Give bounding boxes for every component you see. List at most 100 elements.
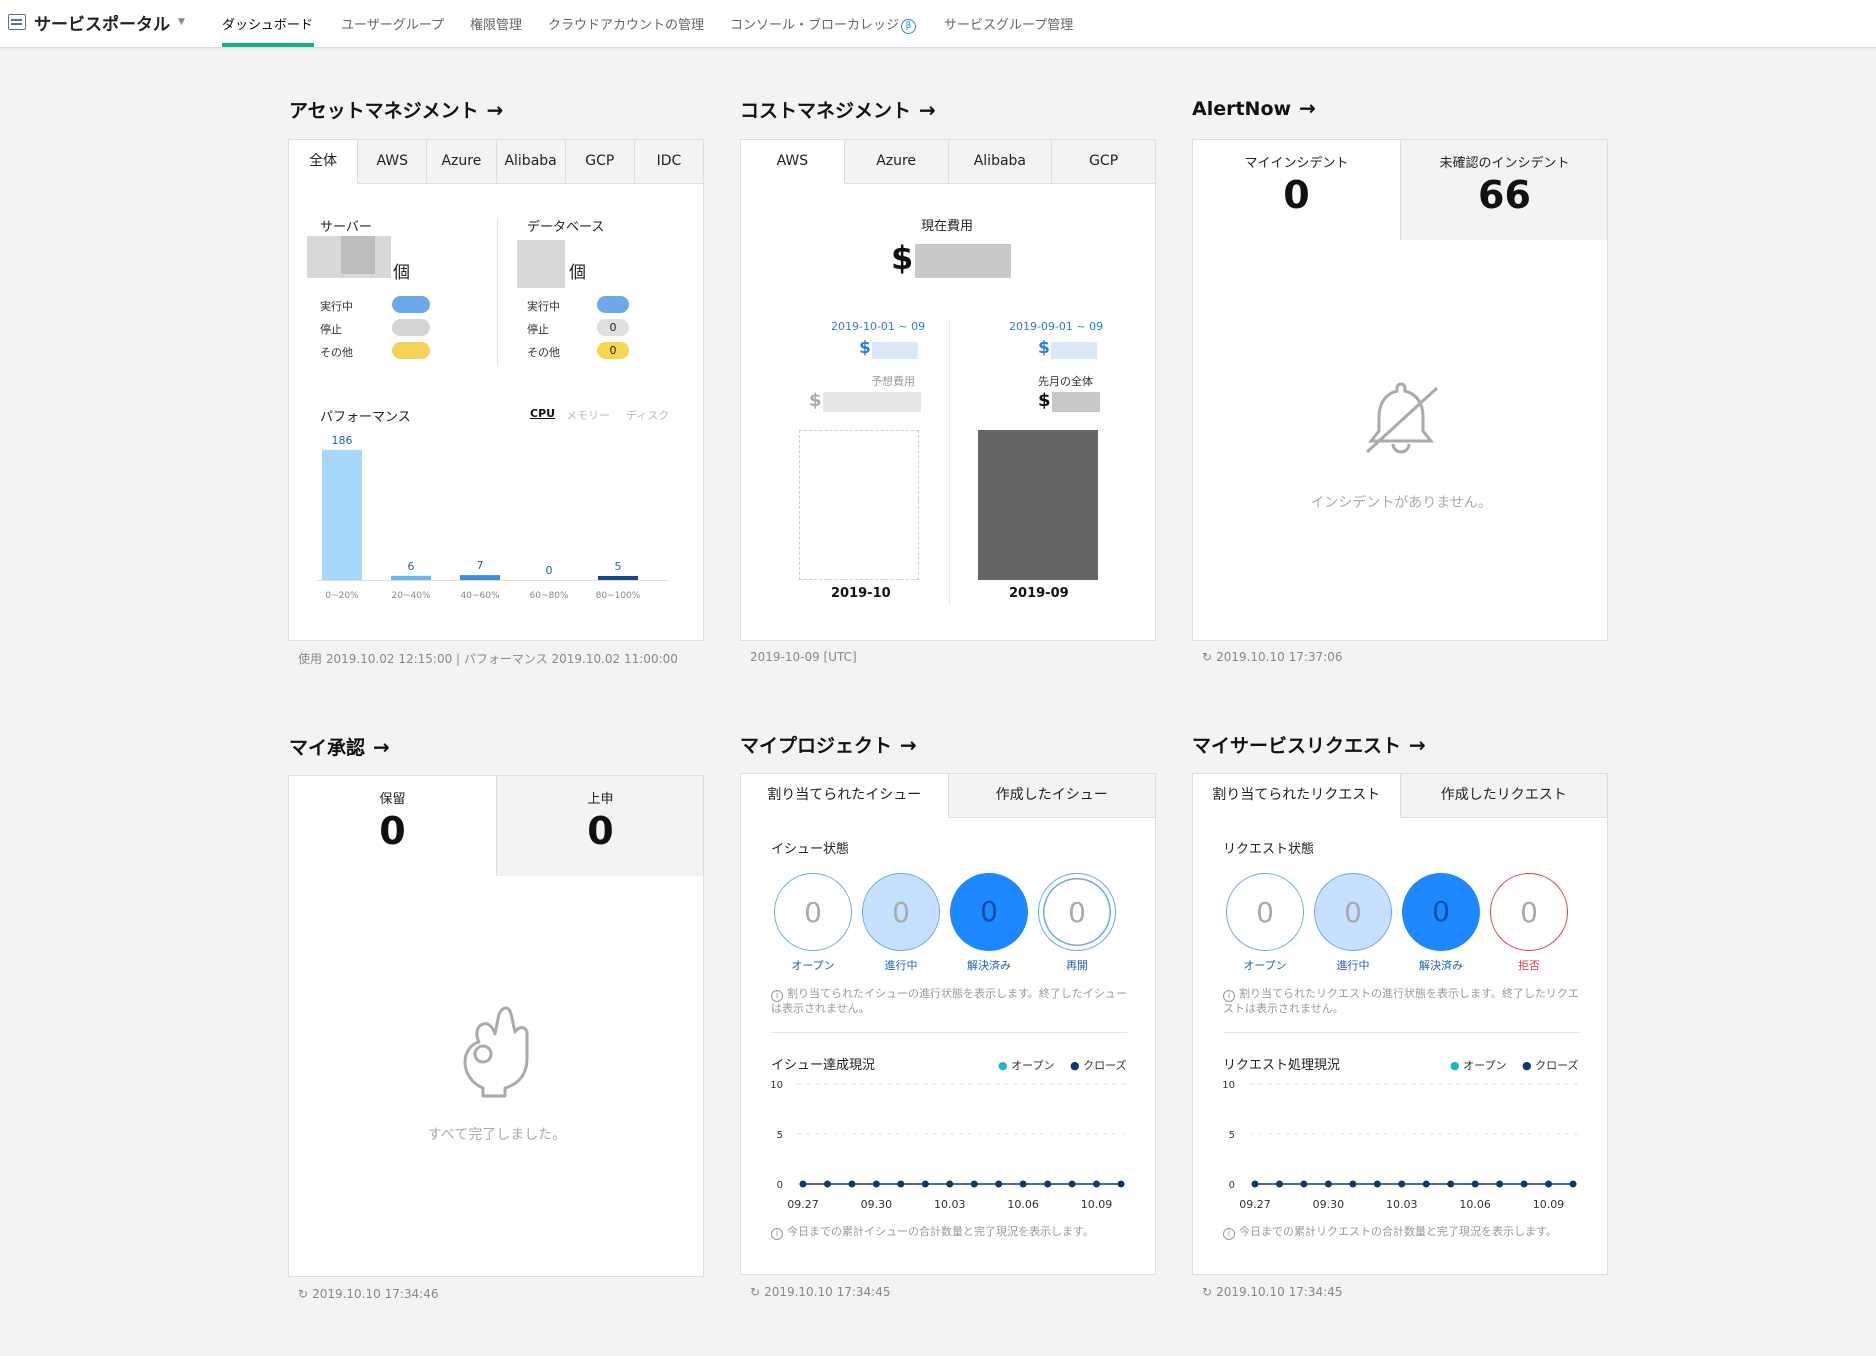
approval-footer: ↻ 2019.10.10 17:34:46 xyxy=(298,1287,438,1301)
request-tab-created[interactable]: 作成したリクエスト xyxy=(1401,774,1608,817)
approval-title-text: マイ承認 xyxy=(289,737,366,759)
alertnow-footer: ↻ 2019.10.10 17:37:06 xyxy=(1202,650,1342,664)
refresh-icon[interactable]: ↻ xyxy=(298,1287,308,1301)
close-series-point xyxy=(1324,1180,1332,1188)
x-tick-label: 09.27 xyxy=(787,1198,819,1211)
tab-cloud-account[interactable]: クラウドアカウントの管理 xyxy=(548,14,704,33)
issue-in-progress-label: 進行中 xyxy=(884,959,918,972)
performance-bar-chart: 186 0~20% 6 20~40% 7 40~60% 0 60~80% 5 80~100% xyxy=(317,434,669,601)
asset-tab-aws[interactable]: AWS xyxy=(358,140,428,183)
perf-bar-value: 186 xyxy=(332,434,353,447)
cost-section-title[interactable]: コストマネジメント → xyxy=(740,96,936,123)
tab-permission[interactable]: 権限管理 xyxy=(470,14,522,33)
tab-console-brokerage[interactable]: コンソール・ブローカレッジ β xyxy=(730,14,917,34)
info-icon: i xyxy=(771,1228,783,1240)
asset-card: 全体 AWS Azure Alibaba GCP IDC サーバー 個 実行中 … xyxy=(288,139,704,641)
forecast-currency: $ xyxy=(809,390,822,411)
no-incident-message: インシデントがありません。 xyxy=(1310,495,1492,511)
request-title-text: マイサービスリクエスト xyxy=(1192,735,1402,757)
server-label: サーバー xyxy=(320,220,372,235)
tab-user-group[interactable]: ユーザーグループ xyxy=(341,14,444,33)
perf-tick-label: 20~40% xyxy=(392,591,431,601)
request-status-note: i 割り当てられたリクエストの進行状態を表示します。終了したリクエストは表示されま… xyxy=(1223,987,1583,1015)
legend-close-dot-icon: ● xyxy=(1070,1059,1080,1072)
server-running-label: 実行中 xyxy=(320,300,353,313)
alertnow-section-title[interactable]: AlertNow → xyxy=(1192,96,1316,120)
perf-tab-memory[interactable]: メモリー xyxy=(566,407,610,423)
request-bottom-note-text: 今日までの累計リクエストの合計数量と完了現況を表示します。 xyxy=(1239,1225,1557,1238)
refresh-icon[interactable]: ↻ xyxy=(1202,1285,1212,1299)
close-series-point xyxy=(970,1180,978,1188)
issue-trend-chart: 10 5 0 09.27 09.30 10.03 10.06 10.09 xyxy=(770,1080,1127,1211)
database-label: データベース xyxy=(527,220,605,235)
close-series-point xyxy=(1496,1180,1504,1188)
cost-tab-azure[interactable]: Azure xyxy=(845,140,949,183)
perf-bar xyxy=(598,576,638,580)
perf-tab-cpu[interactable]: CPU xyxy=(530,407,555,420)
issue-in-progress-circle[interactable]: 0 xyxy=(862,873,940,951)
project-tab-created[interactable]: 作成したイシュー xyxy=(949,774,1156,817)
top-navigation-bar: サービスポータル ▼ ダッシュボード ユーザーグループ 権限管理 クラウドアカウ… xyxy=(0,0,1876,48)
issue-open-circle[interactable]: 0 xyxy=(774,873,852,951)
perf-tick-label: 60~80% xyxy=(530,591,569,601)
request-tabs: 割り当てられたリクエスト 作成したリクエスト xyxy=(1193,774,1607,818)
project-section-title[interactable]: マイプロジェクト → xyxy=(740,731,917,758)
asset-tab-gcp[interactable]: GCP xyxy=(566,140,635,183)
request-status-note-text: 割り当てられたリクエストの進行状態を表示します。終了したリクエストは表示されませ… xyxy=(1223,987,1579,1015)
left-month-label: 2019-10 xyxy=(831,586,891,601)
cost-tab-gcp[interactable]: GCP xyxy=(1052,140,1155,183)
performance-label: パフォーマンス xyxy=(320,410,411,425)
y-tick-label: 0 xyxy=(1229,1180,1235,1191)
project-tab-assigned[interactable]: 割り当てられたイシュー xyxy=(741,774,949,818)
cost-tab-aws[interactable]: AWS xyxy=(741,140,845,184)
asset-tab-azure[interactable]: Azure xyxy=(427,140,497,183)
portal-switcher[interactable]: サービスポータル ▼ xyxy=(8,10,185,35)
all-done-message: すべて完了しました。 xyxy=(427,1127,567,1143)
last-month-currency: $ xyxy=(1038,390,1051,411)
arrow-right-icon: → xyxy=(373,735,390,759)
asset-title-text: アセットマネジメント xyxy=(289,100,479,122)
request-rejected-circle[interactable]: 0 xyxy=(1490,873,1568,951)
issue-resolved-circle[interactable]: 0 xyxy=(950,873,1028,951)
request-tab-assigned[interactable]: 割り当てられたリクエスト xyxy=(1193,774,1401,818)
divider xyxy=(1223,1032,1579,1033)
apps-grid-icon xyxy=(8,14,26,30)
close-series-point xyxy=(1019,1180,1027,1188)
asset-tab-idc[interactable]: IDC xyxy=(635,140,703,183)
asset-tab-alibaba[interactable]: Alibaba xyxy=(497,140,566,183)
request-in-progress-circle[interactable]: 0 xyxy=(1314,873,1392,951)
request-rejected-label: 拒否 xyxy=(1518,959,1540,972)
asset-section-title[interactable]: アセットマネジメント → xyxy=(289,96,503,123)
left-period: 2019-10-01 ~ 09 xyxy=(831,320,926,333)
cost-tab-alibaba[interactable]: Alibaba xyxy=(949,140,1053,183)
request-card: 割り当てられたリクエスト 作成したリクエスト リクエスト状態 0 0 0 0 オ… xyxy=(1192,773,1608,1275)
db-running-count xyxy=(597,296,629,313)
issue-reopened-circle[interactable]: 0 xyxy=(1038,873,1116,951)
close-series-point xyxy=(1117,1180,1125,1188)
asset-tab-all[interactable]: 全体 xyxy=(289,140,359,184)
tab-service-group[interactable]: サービスグループ管理 xyxy=(944,14,1073,33)
perf-tab-disk[interactable]: ディスク xyxy=(626,407,669,423)
arrow-right-icon: → xyxy=(919,98,936,122)
unconfirmed-incident-stat[interactable]: 未確認のインシデント 66 xyxy=(1400,152,1607,217)
tab-console-brokerage-label: コンソール・ブローカレッジ xyxy=(730,18,900,33)
approval-section-title[interactable]: マイ承認 → xyxy=(289,733,390,760)
request-section-title[interactable]: マイサービスリクエスト → xyxy=(1192,731,1426,758)
request-open-circle[interactable]: 0 xyxy=(1226,873,1304,951)
approval-footer-time: 2019.10.10 17:34:46 xyxy=(312,1287,439,1301)
close-series-point xyxy=(799,1180,807,1188)
refresh-icon[interactable]: ↻ xyxy=(750,1285,760,1299)
close-series-point xyxy=(1373,1180,1381,1188)
request-open-label: オープン xyxy=(1243,959,1287,972)
refresh-icon[interactable]: ↻ xyxy=(1202,650,1212,664)
pending-stat[interactable]: 保留 0 xyxy=(289,788,496,853)
issue-status-title: イシュー状態 xyxy=(771,842,850,857)
perf-tick-label: 80~100% xyxy=(596,591,641,601)
my-incident-stat[interactable]: マイインシデント 0 xyxy=(1193,152,1400,217)
request-resolved-circle[interactable]: 0 xyxy=(1402,873,1480,951)
close-series-point xyxy=(1300,1180,1308,1188)
cost-card: AWS Azure Alibaba GCP 現在費用 $ 2019-10-01 … xyxy=(740,139,1156,641)
submitted-stat[interactable]: 上申 0 xyxy=(496,788,703,853)
tab-dashboard[interactable]: ダッシュボード xyxy=(222,14,313,33)
close-series-point xyxy=(946,1180,954,1188)
